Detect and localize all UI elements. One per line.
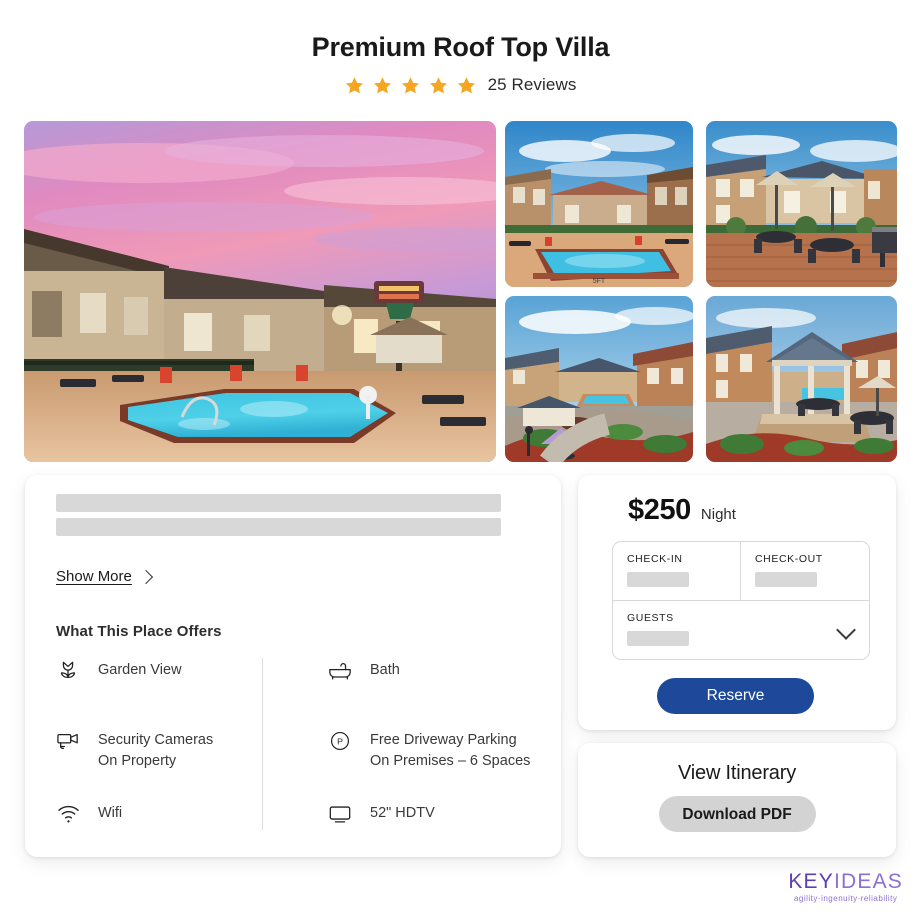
checkin-value-skeleton — [627, 572, 689, 587]
hero-photo[interactable] — [24, 121, 496, 462]
page-title: Premium Roof Top Villa — [311, 32, 610, 62]
star-rating — [345, 76, 476, 95]
logo-word-key: KEY — [788, 870, 834, 893]
details-card: Show More What This Place Offers Garden … — [25, 475, 561, 857]
svg-text:P: P — [337, 737, 343, 747]
amenity-label: 52" HDTV — [370, 805, 435, 822]
amenity-item: Wifi — [56, 801, 262, 841]
keyideas-logo: KEYIDEAS agility·ingenuity·reliability — [788, 871, 903, 903]
guests-value-skeleton — [627, 631, 689, 646]
date-fields-row: CHECK-IN CHECK-OUT — [613, 542, 869, 600]
checkout-field[interactable]: CHECK-OUT — [741, 542, 869, 600]
description-skeleton-line — [56, 518, 501, 536]
thumb-photo-4[interactable] — [706, 296, 897, 462]
thumb-photo-2[interactable] — [706, 121, 897, 287]
reserve-button[interactable]: Reserve — [657, 678, 814, 714]
amenities-column-right: Bath P Free Driveway Parking On Premises… — [293, 658, 534, 841]
checkin-field[interactable]: CHECK-IN — [613, 542, 741, 600]
amenity-label: Security Cameras On Property — [98, 732, 214, 769]
show-more-link[interactable]: Show More — [56, 568, 153, 585]
offers-heading: What This Place Offers — [56, 623, 222, 640]
booking-card: $250 Night CHECK-IN CHECK-OUT GUESTS Res… — [578, 475, 896, 730]
chevron-right-icon — [138, 569, 153, 584]
itinerary-card: View Itinerary Download PDF — [578, 743, 896, 857]
itinerary-title: View Itinerary — [678, 762, 796, 784]
description-skeleton-line — [56, 494, 501, 512]
listing-page: Premium Roof Top Villa 25 Reviews 5FT Sh… — [0, 0, 921, 921]
parking-icon: P — [328, 728, 352, 754]
rating-row: 25 Reviews — [0, 75, 921, 95]
thumb-photo-1[interactable]: 5FT — [505, 121, 693, 287]
amenity-item: P Free Driveway Parking On Premises – 6 … — [328, 728, 534, 771]
amenity-item: 52" HDTV — [328, 801, 534, 841]
amenity-item: Security Cameras On Property — [56, 728, 262, 771]
checkin-label: CHECK-IN — [627, 553, 683, 565]
star-icon — [345, 77, 363, 94]
svg-text:5FT: 5FT — [593, 278, 606, 285]
price-unit: Night — [700, 506, 736, 523]
show-more-label: Show More — [56, 568, 132, 585]
review-count: 25 Reviews — [487, 75, 577, 95]
star-icon — [457, 77, 475, 94]
price-row: $250 Night — [628, 494, 736, 527]
amenities-column-left: Garden View Security Cameras On Property — [56, 658, 262, 841]
amenity-label: Wifi — [98, 805, 123, 822]
amenity-label: Bath — [370, 662, 400, 678]
wifi-icon — [56, 801, 80, 827]
price-amount: $250 — [628, 494, 691, 526]
amenities-list: Garden View Security Cameras On Property — [56, 658, 536, 841]
hdtv-monitor-icon — [328, 801, 352, 827]
amenity-item: Bath — [328, 658, 534, 698]
amenity-label: Garden View — [98, 662, 182, 678]
amenity-item: Garden View — [56, 658, 262, 698]
checkout-label: CHECK-OUT — [755, 553, 823, 565]
guests-field[interactable]: GUESTS — [613, 600, 869, 659]
booking-fields: CHECK-IN CHECK-OUT GUESTS — [612, 541, 870, 660]
thumb-photo-3[interactable] — [505, 296, 693, 462]
logo-tagline: agility·ingenuity·reliability — [793, 894, 898, 903]
security-camera-icon — [56, 728, 80, 754]
photo-gallery: 5FT — [24, 121, 897, 462]
page-header: Premium Roof Top Villa 25 Reviews — [0, 0, 921, 95]
guests-label: GUESTS — [627, 612, 674, 624]
download-pdf-button[interactable]: Download PDF — [658, 796, 816, 832]
star-icon — [373, 77, 391, 94]
star-icon — [401, 77, 419, 94]
tulip-flower-icon — [56, 658, 80, 684]
logo-wordmark: KEYIDEAS — [788, 871, 903, 892]
amenity-label: Free Driveway Parking On Premises – 6 Sp… — [370, 732, 531, 769]
bathtub-icon — [328, 658, 352, 684]
logo-word-ideas: IDEAS — [833, 870, 903, 893]
checkout-value-skeleton — [755, 572, 817, 587]
star-icon — [429, 77, 447, 94]
